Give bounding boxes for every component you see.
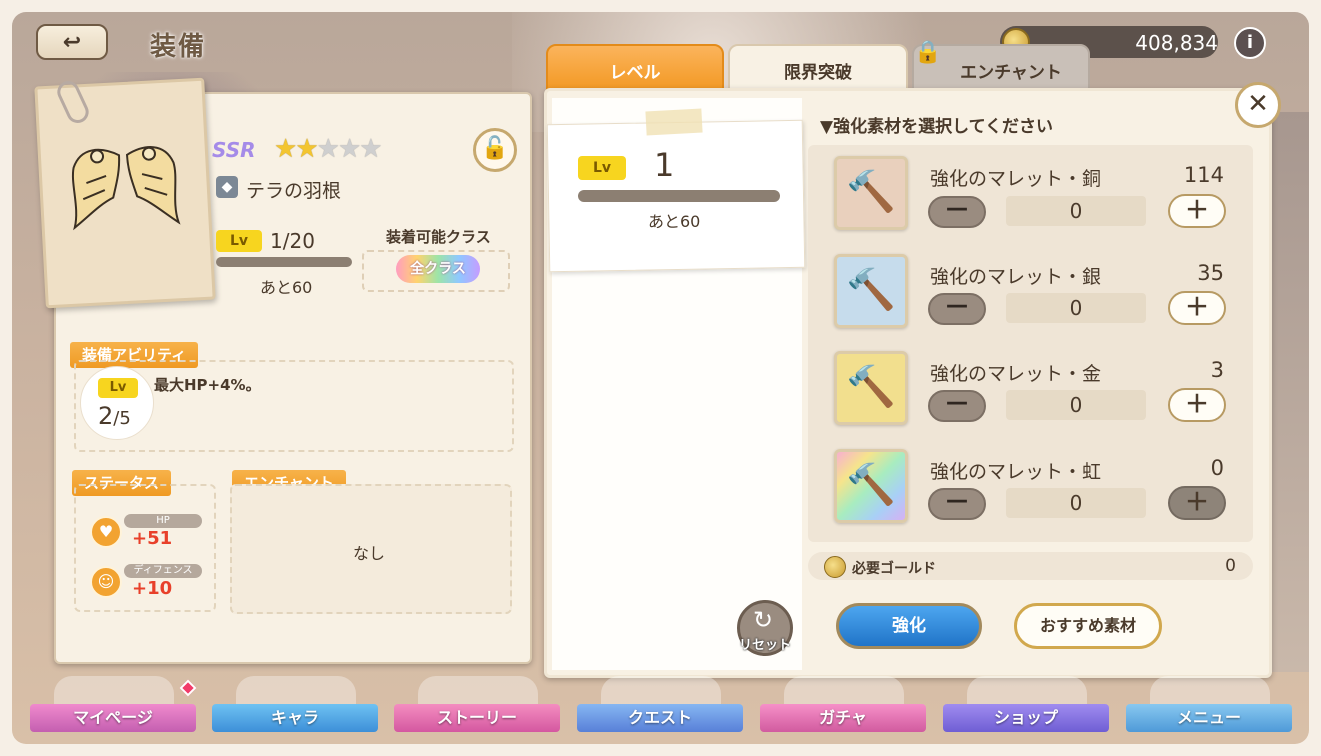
nav-chara-label: キャラ — [212, 704, 378, 732]
material-select-title: ▼強化素材を選択してください — [820, 117, 1054, 137]
minus-button[interactable]: － — [928, 390, 986, 422]
gold-coin-icon — [824, 556, 846, 578]
nav-quest-label: クエスト — [577, 704, 743, 732]
close-button[interactable]: ✕ — [1235, 82, 1281, 128]
star-filled-icon: ★ — [274, 134, 297, 164]
mallet-gold-icon[interactable]: 🔨 — [834, 351, 908, 425]
quantity-field[interactable]: 0 — [1006, 488, 1146, 518]
preview-exp-bar — [578, 190, 780, 202]
nav-gacha-label: ガチャ — [760, 704, 926, 732]
defense-value: +10 — [132, 578, 173, 599]
nav-story[interactable]: ストーリー — [394, 676, 560, 732]
equipment-level: 1/20 — [270, 229, 315, 253]
mallet-silver-icon[interactable]: 🔨 — [834, 254, 908, 328]
material-count: 3 — [1210, 358, 1224, 382]
quantity-field[interactable]: 0 — [1006, 196, 1146, 226]
material-name: 強化のマレット・虹 — [930, 461, 1102, 483]
tab-limit-break[interactable]: 限界突破 — [728, 44, 908, 90]
material-name: 強化のマレット・金 — [930, 363, 1102, 385]
rarity-label: SSR — [212, 138, 256, 162]
ability-description: 最大HP+4%。 — [154, 376, 261, 394]
class-label: 装着可能クラス — [386, 228, 491, 246]
tape-decoration — [645, 108, 703, 136]
nav-story-label: ストーリー — [394, 704, 560, 732]
star-empty-icon: ★ — [337, 134, 361, 164]
required-gold-value: 0 — [1225, 556, 1236, 576]
reset-icon: ↻ — [753, 606, 774, 634]
tab-level[interactable]: レベル — [546, 44, 724, 90]
nav-mypage-label: マイページ — [30, 704, 196, 732]
defense-icon: ☺ — [90, 566, 122, 598]
lock-icon: 🔓 — [481, 136, 509, 161]
exp-remaining: あと60 — [260, 278, 313, 297]
quantity-field[interactable]: 0 — [1006, 390, 1146, 420]
plus-button[interactable]: ＋ — [1168, 486, 1226, 520]
star-empty-icon: ★ — [359, 134, 382, 164]
ability-level-current: 2 — [98, 402, 114, 430]
ability-level-max: /5 — [113, 408, 131, 429]
plus-button[interactable]: ＋ — [1168, 194, 1226, 228]
equipment-name: テラの羽根 — [246, 180, 342, 202]
star-empty-icon: ★ — [316, 134, 340, 164]
nav-gacha[interactable]: ガチャ — [760, 676, 926, 732]
recommend-materials-button[interactable]: おすすめ素材 — [1014, 603, 1162, 649]
quantity-field[interactable]: 0 — [1006, 293, 1146, 323]
plus-button[interactable]: ＋ — [1168, 291, 1226, 325]
hp-value: +51 — [132, 528, 173, 549]
reset-label: リセット — [738, 638, 791, 653]
minus-button[interactable]: － — [928, 293, 986, 325]
minus-button[interactable]: － — [928, 196, 986, 228]
nav-chara[interactable]: キャラ — [212, 676, 378, 732]
mallet-rainbow-icon[interactable]: 🔨 — [834, 449, 908, 523]
plus-button[interactable]: ＋ — [1168, 388, 1226, 422]
nav-mypage[interactable]: マイページ — [30, 676, 196, 732]
equipment-image-card — [34, 77, 216, 309]
enchant-value: なし — [353, 544, 386, 563]
wings-icon — [71, 146, 181, 231]
rarity-stars: ★★★★★ — [274, 134, 383, 164]
lock-icon: 🔒 — [914, 40, 942, 65]
level-badge: Lv — [216, 230, 262, 252]
info-button[interactable]: i — [1234, 27, 1266, 59]
heart-icon: ♥ — [90, 516, 122, 548]
nav-shop[interactable]: ショップ — [943, 676, 1109, 732]
mallet-bronze-icon[interactable]: 🔨 — [834, 156, 908, 230]
hp-label: HP — [124, 514, 202, 528]
defense-label: ディフェンス — [124, 564, 202, 578]
lock-toggle-button[interactable]: 🔓 — [473, 128, 517, 172]
back-arrow-icon: ↩ — [62, 29, 82, 55]
star-filled-icon: ★ — [295, 134, 318, 164]
nav-shop-label: ショップ — [943, 704, 1109, 732]
nav-quest[interactable]: クエスト — [577, 676, 743, 732]
minus-button[interactable]: － — [928, 488, 986, 520]
preview-level-badge: Lv — [578, 156, 626, 180]
page-title: 装備 — [150, 32, 207, 62]
close-icon: ✕ — [1247, 89, 1269, 119]
nav-menu-label: メニュー — [1126, 704, 1292, 732]
preview-level: 1 — [654, 146, 675, 184]
all-class-badge: 全クラス — [396, 255, 480, 283]
ability-level: 2/5 — [98, 402, 131, 430]
material-count: 114 — [1183, 163, 1224, 187]
required-gold-label: 必要ゴールド — [852, 561, 936, 577]
enhance-button[interactable]: 強化 — [836, 603, 982, 649]
material-count: 0 — [1210, 456, 1224, 480]
material-name: 強化のマレット・銅 — [930, 168, 1102, 190]
back-button[interactable]: ↩ — [36, 24, 108, 60]
ability-level-badge: Lv — [98, 378, 138, 398]
preview-exp-remaining: あと60 — [648, 212, 701, 231]
material-count: 35 — [1197, 261, 1224, 285]
nav-menu[interactable]: メニュー — [1126, 676, 1292, 732]
equipment-type-icon: ◆ — [216, 176, 238, 198]
material-name: 強化のマレット・銀 — [930, 266, 1102, 288]
exp-bar — [216, 257, 352, 267]
